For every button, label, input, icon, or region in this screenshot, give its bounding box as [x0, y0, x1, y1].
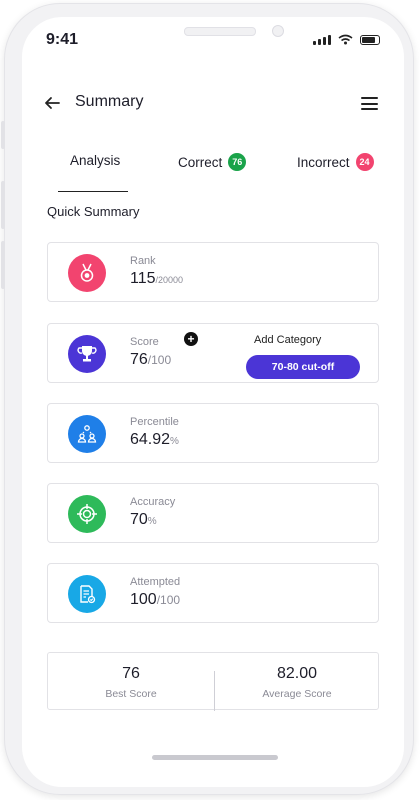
camera [272, 25, 284, 37]
status-time: 9:41 [46, 31, 79, 48]
phone-frame: 9:41 Summary Analysis Correct 76 Incorre… [1, 3, 414, 795]
add-icon[interactable]: + [184, 332, 198, 346]
speaker [184, 27, 256, 36]
home-indicator[interactable] [152, 755, 278, 760]
add-category-label: Add Category [254, 334, 322, 346]
tab-incorrect-label: Incorrect [297, 154, 350, 170]
tab-bar: Analysis Correct 76 Incorrect 24 [40, 153, 400, 192]
score-number: 76 [130, 351, 148, 368]
side-button [1, 121, 5, 149]
accuracy-label: Accuracy [130, 496, 176, 508]
percentile-unit: % [170, 436, 179, 447]
accuracy-value: 70% [130, 511, 157, 529]
score-label: Score [130, 336, 159, 348]
score-total: /100 [147, 353, 172, 367]
tab-correct[interactable]: Correct 76 [178, 153, 247, 171]
rank-card: Rank 115/20000 [47, 242, 379, 302]
cutoff-button[interactable]: 70-80 cut-off [246, 355, 360, 379]
battery-icon [360, 34, 380, 45]
average-score-value: 82.00 [276, 665, 318, 682]
section-title: Quick Summary [47, 204, 140, 219]
attempted-number: 100 [130, 591, 157, 608]
rank-value: 115/20000 [130, 270, 183, 288]
best-score-stat: 76 Best Score [48, 653, 214, 700]
page-title: Summary [75, 93, 144, 110]
percentile-number: 64.92 [130, 431, 171, 448]
phone-screen: 9:41 Summary Analysis Correct 76 Incorre… [22, 17, 404, 787]
volume-up-button [1, 181, 5, 229]
group-icon [68, 415, 106, 453]
attempted-card: Attempted 100/100 [47, 563, 379, 623]
incorrect-count-badge: 24 [355, 153, 374, 171]
average-score-stat: 82.00 Average Score [214, 653, 380, 700]
percentile-card: Percentile 64.92% [47, 403, 379, 463]
accuracy-number: 70 [130, 511, 148, 528]
best-score-value: 76 [122, 665, 140, 682]
average-score-label: Average Score [262, 688, 332, 700]
attempted-value: 100/100 [130, 591, 180, 609]
score-summary: 76 Best Score 82.00 Average Score [47, 652, 380, 711]
tab-analysis-label: Analysis [70, 153, 121, 168]
accuracy-card: Accuracy 70% [47, 483, 379, 543]
hamburger-menu-icon[interactable] [361, 97, 378, 110]
medal-icon [68, 254, 106, 292]
back-arrow-icon[interactable] [44, 95, 60, 111]
status-icons [313, 34, 380, 45]
correct-count-badge: 76 [228, 153, 247, 171]
rank-total: /20000 [155, 275, 184, 285]
percentile-value: 64.92% [130, 431, 179, 449]
tab-correct-label: Correct [178, 154, 223, 170]
tab-incorrect[interactable]: Incorrect 24 [297, 153, 374, 171]
best-score-label: Best Score [105, 688, 157, 700]
attempted-total: /100 [156, 593, 181, 607]
target-icon [68, 495, 106, 533]
tab-analysis[interactable]: Analysis [70, 153, 120, 168]
signal-icon [313, 34, 331, 45]
accuracy-unit: % [147, 516, 157, 527]
attempted-label: Attempted [130, 576, 181, 588]
rank-label: Rank [130, 255, 156, 267]
active-tab-indicator [58, 191, 128, 192]
rank-number: 115 [130, 270, 156, 287]
score-card: Score 76/100 + Add Category 70-80 cut-of… [47, 323, 379, 383]
percentile-label: Percentile [130, 416, 179, 428]
wifi-icon [338, 34, 353, 45]
document-icon [68, 575, 106, 613]
score-value: 76/100 [130, 351, 171, 369]
volume-down-button [1, 241, 5, 289]
trophy-icon [68, 335, 106, 373]
